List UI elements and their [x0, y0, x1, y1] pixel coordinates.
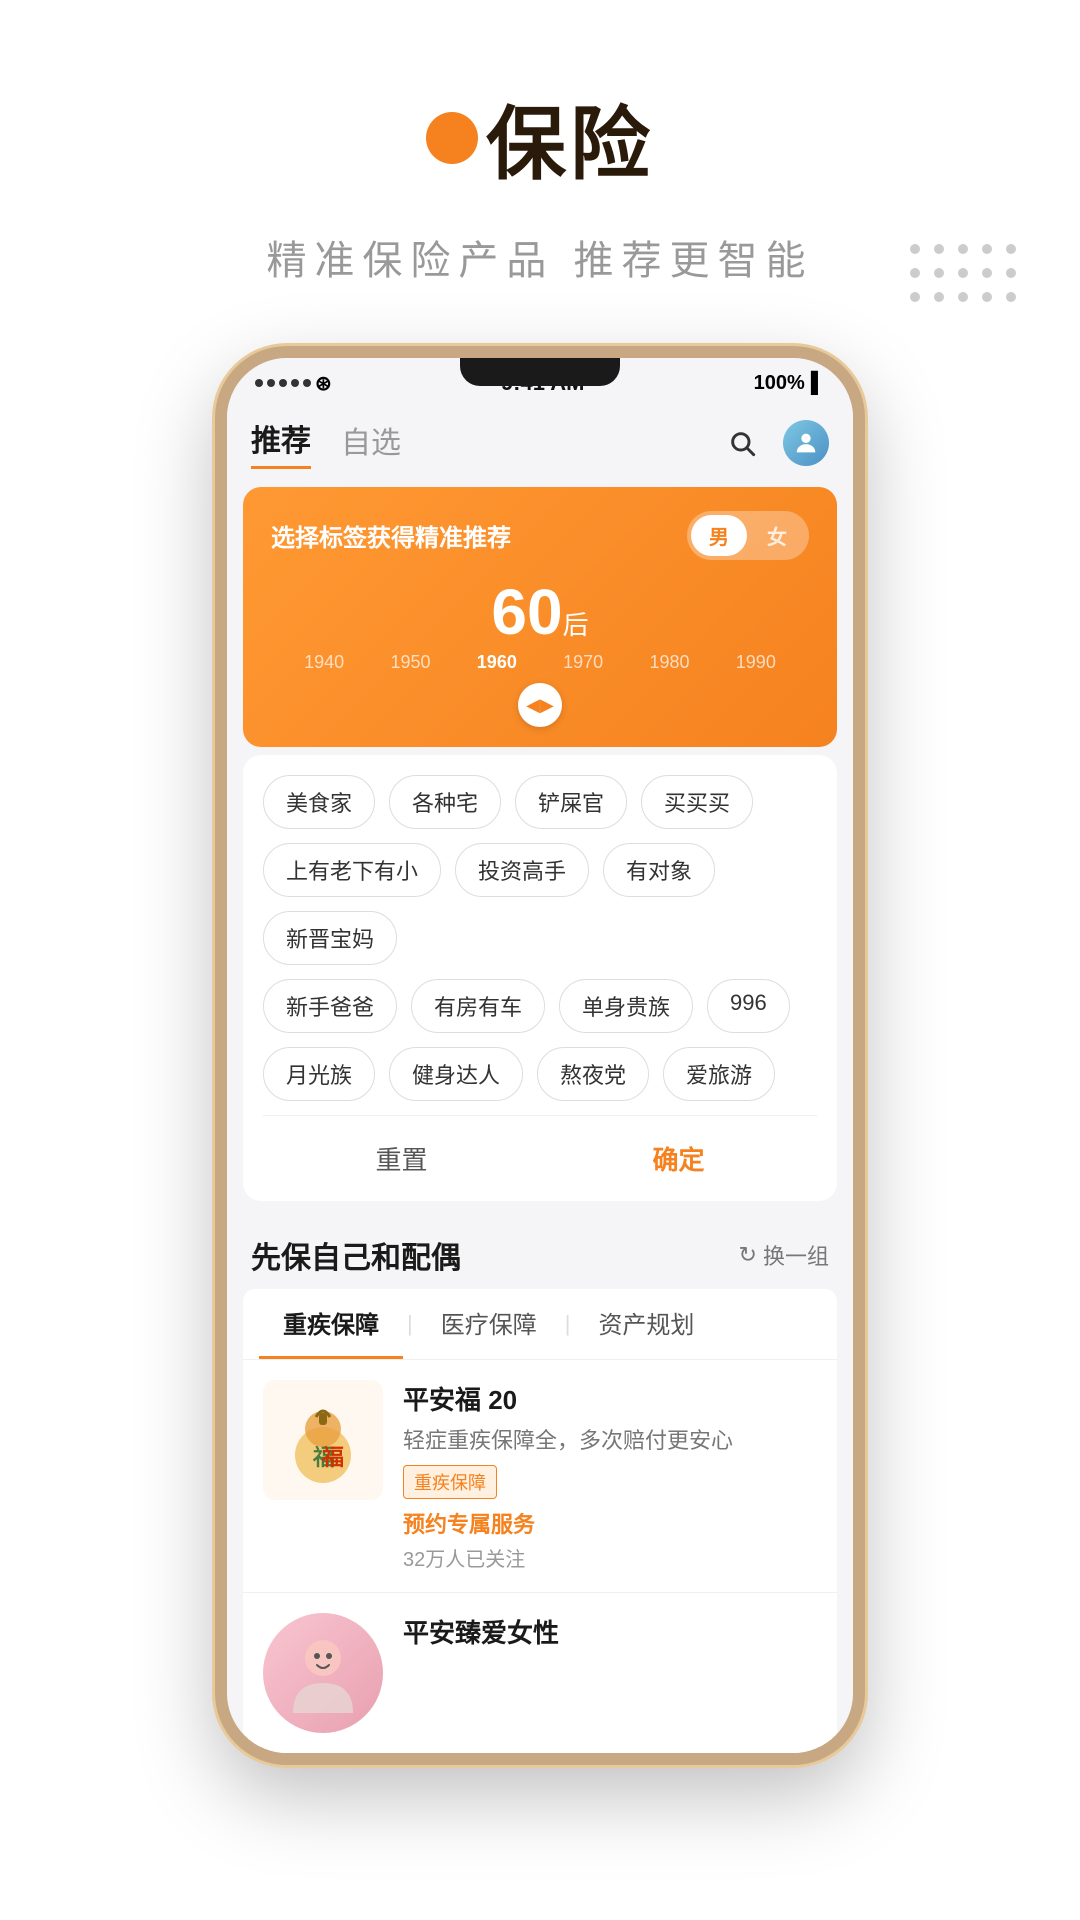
tab-critical-illness[interactable]: 重疾保障 — [259, 1289, 403, 1359]
page-header: 保险 精准保险产品 推荐更智能 — [0, 0, 1080, 326]
change-group-btn[interactable]: ↻ 换一组 — [739, 1239, 829, 1271]
section-header: 先保自己和配偶 ↻ 换一组 — [227, 1209, 853, 1289]
nav-bar: 推荐 自选 — [227, 402, 853, 479]
age-display: 60后 — [271, 570, 809, 648]
brand-title: 保险 — [486, 80, 654, 196]
gender-female-btn[interactable]: 女 — [749, 515, 805, 556]
year-1960: 1960 — [477, 652, 517, 673]
tab-divider-1: | — [403, 1311, 417, 1337]
battery-percent: 100% — [754, 372, 805, 395]
tab-asset[interactable]: 资产规划 — [574, 1289, 718, 1359]
product-image-2 — [263, 1613, 383, 1733]
action-row: 重置 确定 — [263, 1115, 817, 1185]
year-1940: 1940 — [304, 652, 344, 673]
product-card-1: 福 福 平安福 20 轻症重疾保障全，多次赔付更安心 重疾保障 预约专属服务 3… — [243, 1359, 837, 1592]
product-image-1: 福 福 — [263, 1380, 383, 1500]
tags-row-2: 上有老下有小 投资高手 有对象 新晋宝妈 — [263, 843, 817, 965]
tag-touzi[interactable]: 投资高手 — [455, 843, 589, 897]
tag-meishi[interactable]: 美食家 — [263, 775, 375, 829]
brand-subtitle: 精准保险产品 推荐更智能 — [266, 228, 813, 286]
slider-arrow-btn[interactable]: ◀▶ — [518, 683, 562, 727]
tags-section: 美食家 各种宅 铲屎官 买买买 上有老下有小 投资高手 有对象 新晋宝妈 新手爸… — [243, 755, 837, 1201]
tag-xinbaoma[interactable]: 新晋宝妈 — [263, 911, 397, 965]
product-badge-1: 重疾保障 — [403, 1465, 497, 1499]
year-1970: 1970 — [563, 652, 603, 673]
status-signal: ⊛ — [255, 371, 332, 396]
product-link-1[interactable]: 预约专属服务 — [403, 1507, 817, 1539]
tab-custom[interactable]: 自选 — [341, 418, 401, 468]
product-desc-1: 轻症重疾保障全，多次赔付更安心 — [403, 1423, 817, 1455]
user-avatar[interactable] — [783, 420, 829, 466]
phone-mockup: ⊛ 9:41 AM 100% ▌ 推荐 自选 — [215, 346, 865, 1765]
tag-shangyoula[interactable]: 上有老下有小 — [263, 843, 441, 897]
brand-title-row: 保险 — [426, 80, 654, 196]
tab-divider-2: | — [561, 1311, 575, 1337]
year-scale: 1940 1950 1960 1970 1980 1990 — [271, 652, 809, 673]
gender-toggle[interactable]: 男 女 — [687, 511, 809, 560]
battery-icon: ▌ — [811, 372, 825, 395]
tag-baba[interactable]: 新手爸爸 — [263, 979, 397, 1033]
tab-recommend[interactable]: 推荐 — [251, 416, 311, 469]
gender-male-btn[interactable]: 男 — [691, 515, 747, 556]
section-title: 先保自己和配偶 — [251, 1233, 461, 1277]
tag-youduixiang[interactable]: 有对象 — [603, 843, 715, 897]
change-group-label: 换一组 — [763, 1239, 829, 1271]
phone-frame: ⊛ 9:41 AM 100% ▌ 推荐 自选 — [215, 346, 865, 1765]
product-tabs: 重疾保障 | 医疗保障 | 资产规划 — [243, 1289, 837, 1359]
app-content: 推荐 自选 — [227, 402, 853, 1753]
svg-text:福: 福 — [321, 1445, 344, 1470]
nav-tabs: 推荐 自选 — [251, 416, 401, 469]
age-suffix: 后 — [563, 610, 589, 640]
phone-notch — [460, 358, 620, 386]
tag-youfang[interactable]: 有房有车 — [411, 979, 545, 1033]
year-1990: 1990 — [736, 652, 776, 673]
banner-top: 选择标签获得精准推荐 男 女 — [271, 511, 809, 560]
tag-yueguang[interactable]: 月光族 — [263, 1047, 375, 1101]
tag-996[interactable]: 996 — [707, 979, 790, 1033]
product-followers-1: 32万人已关注 — [403, 1543, 817, 1572]
year-1950: 1950 — [390, 652, 430, 673]
age-number: 60 — [491, 576, 562, 648]
person-illustration — [273, 1623, 373, 1723]
tag-jianshen[interactable]: 健身达人 — [389, 1047, 523, 1101]
year-1980: 1980 — [649, 652, 689, 673]
refresh-icon: ↻ — [739, 1242, 757, 1268]
tag-chishi[interactable]: 铲屎官 — [515, 775, 627, 829]
tags-row-3: 新手爸爸 有房有车 单身贵族 996 — [263, 979, 817, 1033]
gourd-illustration: 福 福 — [268, 1385, 378, 1495]
product-name-2: 平安臻爱女性 — [403, 1613, 817, 1650]
status-battery: 100% ▌ — [754, 372, 825, 395]
wifi-icon: ⊛ — [315, 371, 332, 396]
banner-title: 选择标签获得精准推荐 — [271, 518, 511, 553]
banner-card: 选择标签获得精准推荐 男 女 60后 1940 1950 1960 1970 1… — [243, 487, 837, 747]
dots-decoration — [910, 244, 1020, 306]
tag-lvyou[interactable]: 爱旅游 — [663, 1047, 775, 1101]
product-name-1: 平安福 20 — [403, 1380, 817, 1417]
confirm-button[interactable]: 确定 — [612, 1132, 744, 1185]
product-info-2: 平安臻爱女性 — [403, 1613, 817, 1733]
brand-dot-icon — [426, 112, 478, 164]
tags-row-1: 美食家 各种宅 铲屎官 买买买 — [263, 775, 817, 829]
nav-icons — [721, 420, 829, 466]
reset-button[interactable]: 重置 — [335, 1132, 467, 1185]
tag-maimai[interactable]: 买买买 — [641, 775, 753, 829]
tab-medical[interactable]: 医疗保障 — [417, 1289, 561, 1359]
tag-gezhai[interactable]: 各种宅 — [389, 775, 501, 829]
product-info-1: 平安福 20 轻症重疾保障全，多次赔付更安心 重疾保障 预约专属服务 32万人已… — [403, 1380, 817, 1572]
search-button[interactable] — [721, 422, 763, 464]
tags-row-4: 月光族 健身达人 熬夜党 爱旅游 — [263, 1047, 817, 1101]
slider-arrow: ◀▶ — [271, 683, 809, 727]
tag-aoyedang[interactable]: 熬夜党 — [537, 1047, 649, 1101]
tag-danshen[interactable]: 单身贵族 — [559, 979, 693, 1033]
product-card-2: 平安臻爱女性 — [243, 1592, 837, 1753]
